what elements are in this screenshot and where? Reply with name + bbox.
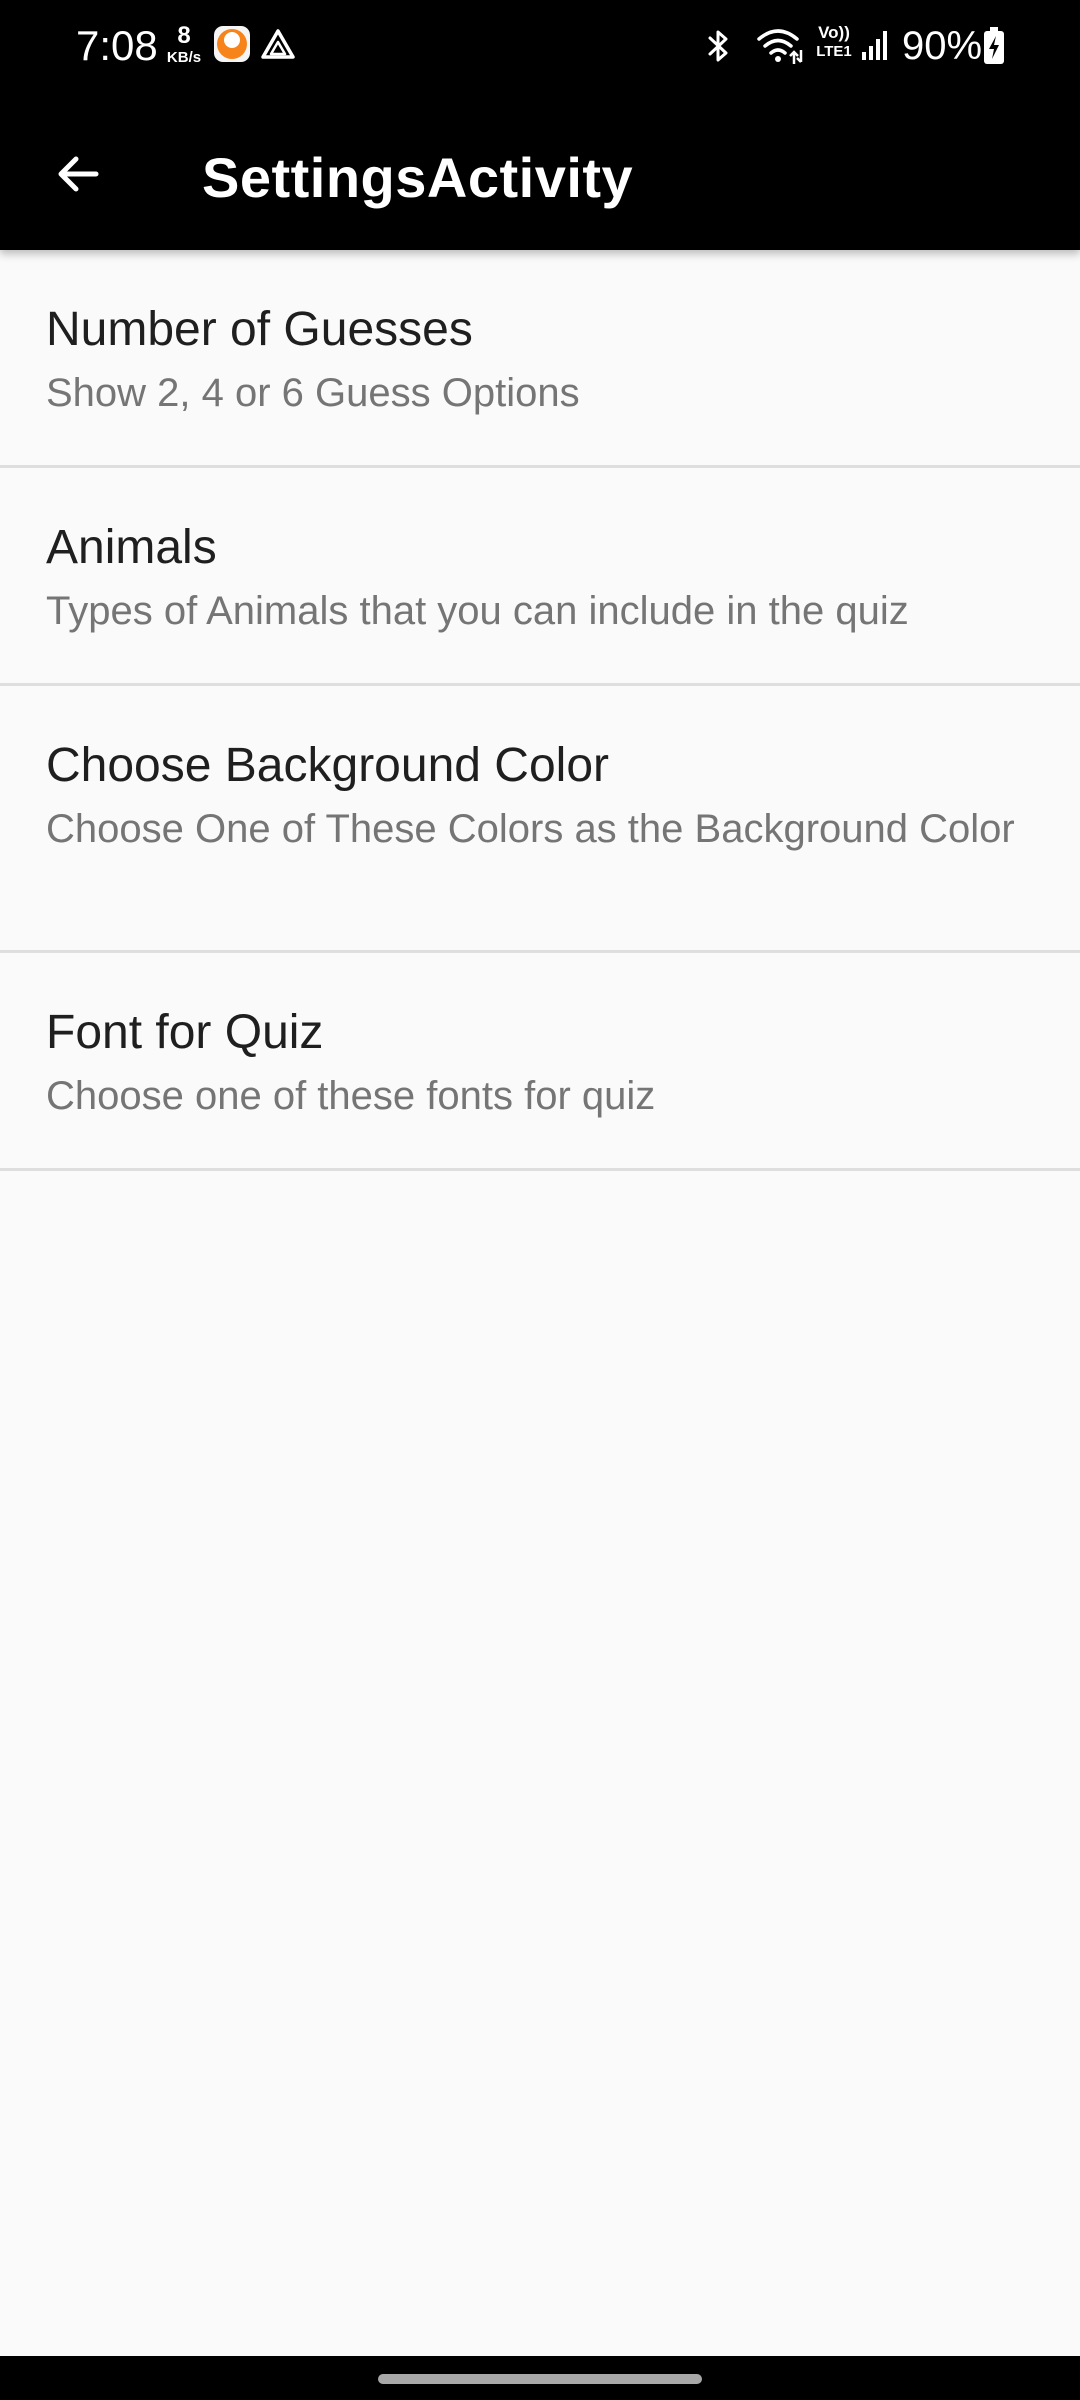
home-gesture-handle[interactable]: [378, 2374, 702, 2384]
battery-charging-icon: [984, 27, 1004, 64]
lte-label: LTE1: [816, 43, 852, 60]
pref-title: Number of Guesses: [46, 303, 473, 356]
page-title: SettingsActivity: [202, 146, 634, 209]
pref-title: Choose Background Color: [46, 739, 609, 792]
pref-number-of-guesses[interactable]: Number of Guesses Show 2, 4 or 6 Guess O…: [0, 250, 1080, 468]
network-speed-unit: KB/s: [166, 49, 202, 66]
preference-list: Number of Guesses Show 2, 4 or 6 Guess O…: [0, 250, 1080, 1171]
pref-summary: Choose one of these fonts for quiz: [46, 1074, 656, 1118]
pref-font-for-quiz[interactable]: Font for Quiz Choose one of these fonts …: [0, 953, 1080, 1171]
pref-summary: Types of Animals that you can include in…: [46, 589, 909, 633]
status-time: 7:08: [76, 22, 158, 69]
network-speed-value: 8: [177, 22, 191, 49]
volte-icon: Vo)) LTE1: [812, 24, 856, 59]
orange-app-icon: [214, 26, 250, 62]
volte-label: Vo)): [818, 23, 850, 42]
pref-title: Font for Quiz: [46, 1006, 324, 1059]
battery-percent: 90%: [902, 24, 983, 68]
network-speed-indicator: 8 KB/s: [162, 22, 206, 66]
settings-screen: 7:08 8 KB/s Vo)) LTE1 90% SettingsActivi…: [0, 0, 1080, 2400]
bluetooth-icon: [708, 30, 728, 62]
pref-summary: Show 2, 4 or 6 Guess Options: [46, 371, 580, 415]
back-button[interactable]: [30, 126, 126, 222]
arrow-back-icon: [58, 156, 99, 192]
drive-icon: [261, 29, 295, 59]
app-toolbar: SettingsActivity: [0, 92, 1080, 250]
status-bar: 7:08 8 KB/s Vo)) LTE1 90%: [0, 0, 1080, 92]
pref-background-color[interactable]: Choose Background Color Choose One of Th…: [0, 686, 1080, 953]
pref-summary: Choose One of These Colors as the Backgr…: [46, 807, 1015, 851]
pref-title: Animals: [46, 521, 217, 574]
navigation-bar: [0, 2356, 1080, 2400]
wifi-icon: [757, 29, 803, 64]
pref-animals[interactable]: Animals Types of Animals that you can in…: [0, 468, 1080, 686]
signal-icon: [862, 31, 887, 60]
